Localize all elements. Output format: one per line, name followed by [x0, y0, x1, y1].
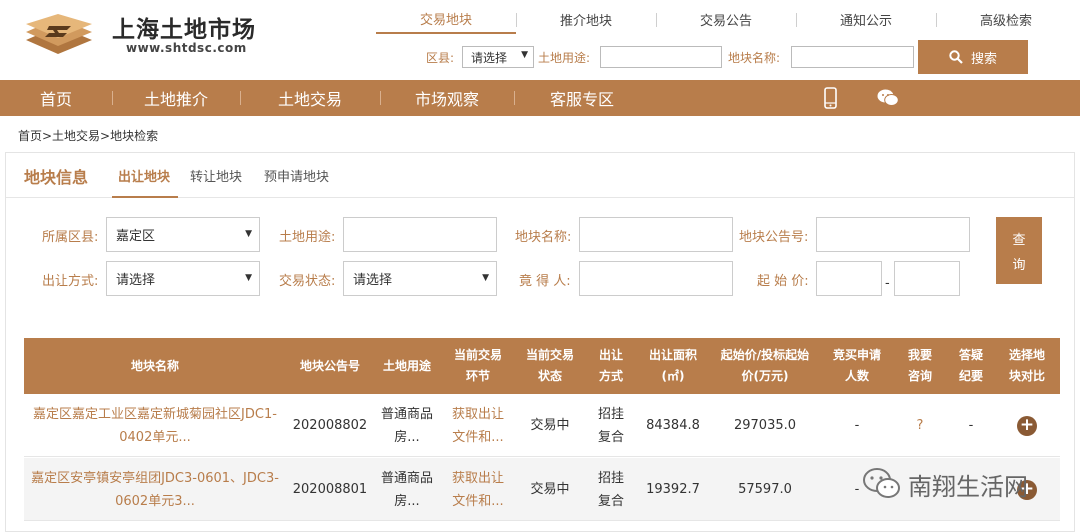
- land-use-cell: 普通商品 房...: [380, 406, 433, 445]
- filter-price-min-input[interactable]: [816, 261, 882, 296]
- watermark-text: 南翔生活网: [908, 472, 1028, 501]
- panel-title: 地块信息: [24, 168, 89, 187]
- filter-method-select[interactable]: 请选择 ▼: [106, 261, 260, 296]
- site-title: 上海土地市场: [112, 17, 256, 43]
- filter-price-max-input[interactable]: [894, 261, 960, 296]
- district-select[interactable]: 请选择 ▼: [462, 46, 534, 68]
- dropdown-arrow-icon: ▼: [521, 50, 528, 60]
- land-use-cell: 普通商品 房...: [380, 470, 433, 509]
- th-notice-no: 地块公告号: [299, 358, 360, 373]
- tab-sale-plots[interactable]: 出让地块: [118, 166, 170, 185]
- plot-name-link[interactable]: 嘉定区嘉定工业区嘉定新城菊园社区JDC1- 0402单元...: [24, 394, 286, 457]
- filter-plot-name-label: 地块名称:: [515, 230, 572, 245]
- status-cell: 交易中: [530, 418, 570, 433]
- active-tab-underline: [112, 196, 178, 198]
- filter-method-value: 请选择: [116, 273, 156, 288]
- filter-notice-label: 地块公告号:: [739, 230, 809, 245]
- district-select-value: 请选择: [471, 50, 508, 65]
- tab-advanced-search[interactable]: 高级检索: [936, 4, 1076, 34]
- applicants-cell: -: [854, 418, 860, 433]
- district-label: 区县:: [426, 51, 455, 65]
- filter-bidder-input[interactable]: [579, 261, 733, 296]
- land-use-input[interactable]: [600, 46, 722, 68]
- filter-price-label: 起 始 价:: [757, 274, 809, 289]
- tab-trading-plots[interactable]: 交易地块: [376, 4, 516, 34]
- qa-notes-cell: -: [968, 418, 974, 433]
- watermark: 南翔生活网: [862, 464, 1028, 504]
- dropdown-arrow-icon: ▼: [245, 229, 252, 239]
- wechat-icon[interactable]: [874, 80, 902, 116]
- filter-notice-input[interactable]: [816, 217, 970, 252]
- site-logo-icon[interactable]: [22, 14, 96, 54]
- th-stage: 当前交易 环节: [453, 348, 502, 383]
- search-button-label: 搜索: [970, 51, 997, 67]
- notice-no-cell: 202008802: [292, 418, 368, 433]
- search-icon: [949, 50, 963, 64]
- status-cell: 交易中: [530, 482, 570, 497]
- plot-name-link[interactable]: 嘉定区安亭镇安亭组团JDC3-0601、JDC3- 0602单元3...: [24, 458, 286, 521]
- filter-district-select[interactable]: 嘉定区 ▼: [106, 217, 260, 252]
- nav-market-watch[interactable]: 市场观察: [380, 80, 514, 116]
- dropdown-arrow-icon: ▼: [245, 273, 252, 283]
- nav-customer-service[interactable]: 客服专区: [514, 80, 650, 116]
- tab-trade-notices[interactable]: 交易公告: [656, 4, 796, 34]
- filter-land-use-input[interactable]: [343, 217, 497, 252]
- tab-announcements[interactable]: 通知公示: [796, 4, 936, 34]
- search-button[interactable]: 搜索: [918, 40, 1028, 74]
- add-compare-icon[interactable]: +: [1017, 415, 1037, 436]
- area-cell: 84384.8: [646, 418, 700, 433]
- filter-method-label: 出让方式:: [42, 274, 99, 289]
- th-applicants: 竞买申请 人数: [832, 348, 881, 383]
- query-button[interactable]: 查 询: [996, 217, 1042, 284]
- stage-link[interactable]: 获取出让 文件和...: [440, 458, 516, 521]
- th-price: 起始价/投标起始 价(万元): [720, 348, 810, 383]
- tab-transfer-plots[interactable]: 转让地块: [190, 166, 242, 185]
- filter-plot-name-input[interactable]: [579, 217, 733, 252]
- dropdown-arrow-icon: ▼: [482, 273, 489, 283]
- notice-no-cell: 202008801: [292, 482, 368, 497]
- th-method: 出让 方式: [598, 348, 623, 383]
- tab-promoted-plots[interactable]: 推介地块: [516, 4, 656, 34]
- th-area: 出让面积 (㎡): [648, 348, 697, 383]
- filter-status-value: 请选择: [353, 273, 393, 288]
- th-compare: 选择地 块对比: [1008, 348, 1045, 383]
- land-use-label: 土地用途:: [538, 51, 591, 65]
- th-qa-notes: 答疑 纪要: [958, 348, 983, 383]
- price-cell: 57597.0: [738, 482, 792, 497]
- query-button-label-2: 询: [1012, 257, 1026, 273]
- stage-link[interactable]: 获取出让 文件和...: [440, 394, 516, 457]
- price-range-separator: -: [885, 276, 890, 291]
- method-cell: 招挂 复合: [597, 470, 624, 509]
- th-status: 当前交易 状态: [525, 348, 574, 383]
- th-consult: 我要 咨询: [907, 348, 932, 383]
- filter-land-use-label: 土地用途:: [279, 230, 336, 245]
- filter-status-select[interactable]: 请选择 ▼: [343, 261, 497, 296]
- price-cell: 297035.0: [733, 418, 797, 433]
- plot-name-label: 地块名称:: [728, 51, 781, 65]
- site-url: www.shtdsc.com: [126, 41, 247, 55]
- method-cell: 招挂 复合: [597, 406, 624, 445]
- table-header: 地块名称 地块公告号 土地用途 当前交易 环节 当前交易 状态 出让 方式 出让面积(…: [24, 338, 1060, 394]
- area-cell: 19392.7: [646, 482, 700, 497]
- wechat-watermark-icon: [863, 468, 900, 498]
- compare-cell: +: [994, 394, 1060, 457]
- mobile-phone-icon[interactable]: [818, 80, 842, 116]
- filter-bidder-label: 竟 得 人:: [519, 274, 571, 289]
- table-row: 嘉定区嘉定工业区嘉定新城菊园社区JDC1- 0402单元... 202008802…: [24, 394, 1060, 457]
- main-nav: 首页 土地推介 土地交易 市场观察 客服专区: [0, 80, 1080, 116]
- th-plot-name: 地块名称: [130, 358, 179, 373]
- nav-land-trading[interactable]: 土地交易: [240, 80, 380, 116]
- nav-land-promotion[interactable]: 土地推介: [112, 80, 240, 116]
- consult-link[interactable]: ?: [892, 394, 948, 457]
- breadcrumb: 首页>土地交易>地块检索: [18, 129, 159, 143]
- query-button-label-1: 查: [1012, 232, 1026, 248]
- filter-district-value: 嘉定区: [116, 229, 156, 244]
- plot-name-input[interactable]: [791, 46, 914, 68]
- top-tabs: 交易地块 推介地块 交易公告 通知公示 高级检索: [376, 4, 1080, 36]
- filter-status-label: 交易状态:: [279, 274, 336, 289]
- tab-pre-application-plots[interactable]: 预申请地块: [264, 166, 329, 185]
- th-land-use: 土地用途: [382, 358, 431, 373]
- filter-district-label: 所属区县:: [42, 230, 99, 245]
- nav-home[interactable]: 首页: [0, 80, 112, 116]
